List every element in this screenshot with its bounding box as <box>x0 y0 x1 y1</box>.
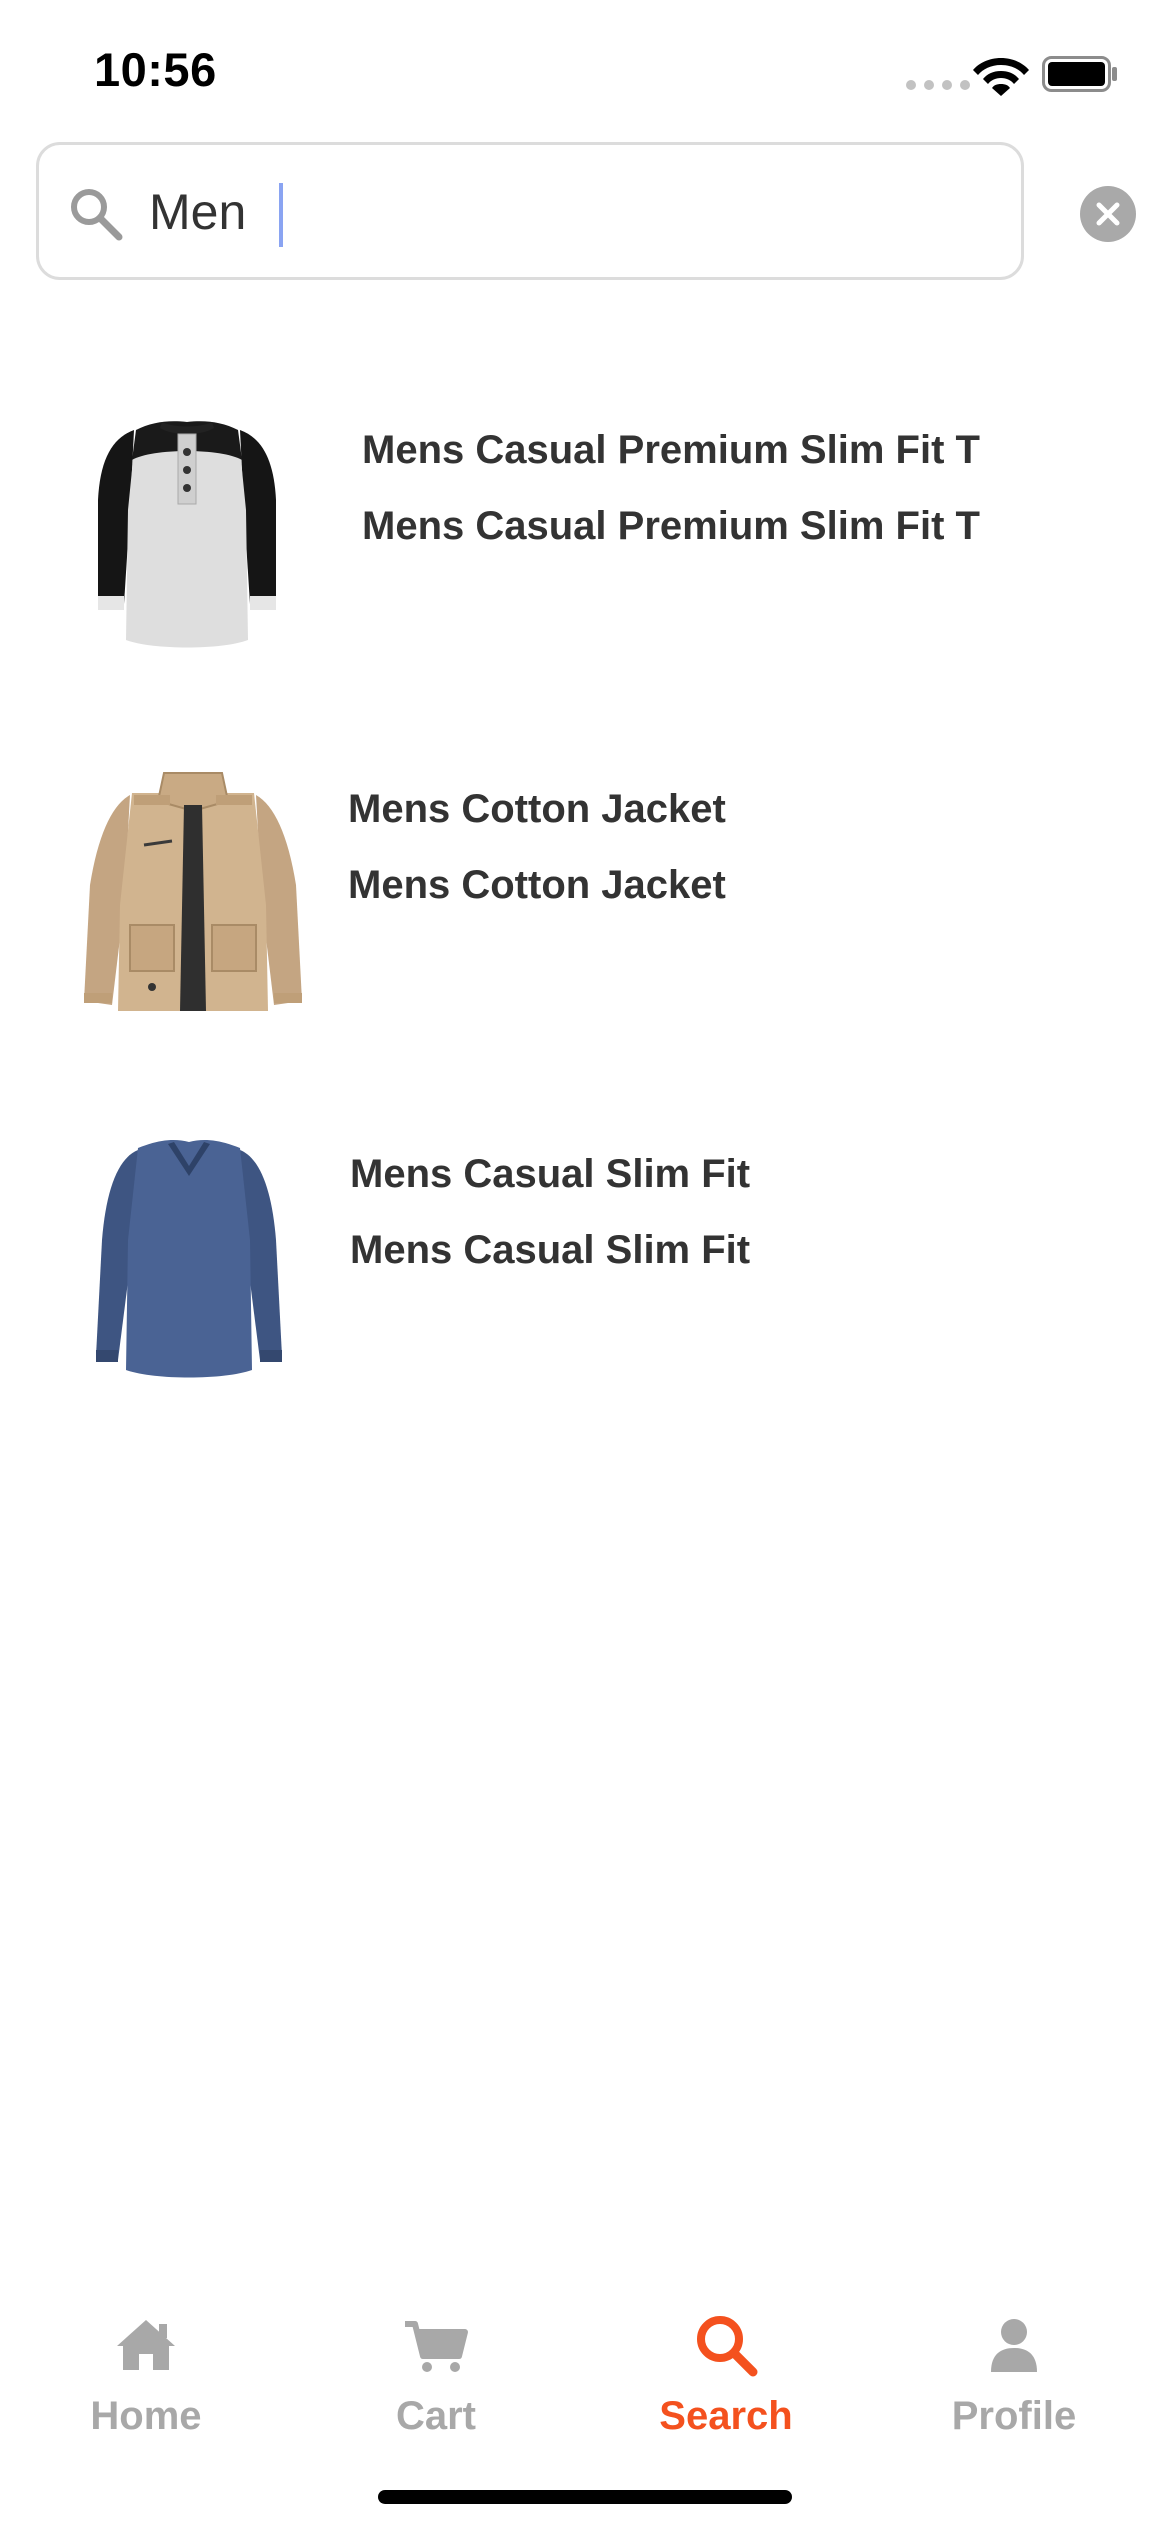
battery-icon <box>1042 56 1117 92</box>
tab-profile[interactable]: Profile <box>904 2310 1124 2460</box>
search-icon <box>71 189 123 241</box>
search-result-item[interactable]: Mens Casual Slim Fit Mens Casual Slim Fi… <box>0 1110 1170 1410</box>
status-bar: 10:56 <box>0 0 1170 140</box>
tab-home-label: Home <box>90 2394 202 2438</box>
cellular-signal-icon <box>906 80 970 90</box>
tab-cart[interactable]: Cart <box>326 2310 546 2460</box>
home-icon <box>117 2320 175 2370</box>
result-title: Mens Cotton Jacket <box>348 787 726 831</box>
cotton-jacket-image <box>84 772 302 1011</box>
result-subtitle: Mens Cotton Jacket <box>348 863 726 907</box>
tab-home[interactable]: Home <box>36 2310 256 2460</box>
tab-profile-label: Profile <box>951 2394 1077 2438</box>
longsleeve-shirt-image <box>96 1140 282 1378</box>
henley-tshirt-image <box>98 421 276 648</box>
wifi-icon <box>973 58 1029 96</box>
tab-cart-label: Cart <box>395 2394 477 2438</box>
search-bar[interactable] <box>36 142 1024 280</box>
clear-search-button[interactable] <box>1080 186 1136 242</box>
result-title: Mens Casual Slim Fit <box>350 1152 751 1196</box>
result-subtitle: Mens Casual Premium Slim Fit T <box>362 504 980 548</box>
tab-search[interactable]: Search <box>616 2310 836 2460</box>
close-icon <box>1096 202 1120 226</box>
tab-search-label: Search <box>659 2394 793 2438</box>
home-indicator[interactable] <box>378 2490 792 2504</box>
text-caret <box>279 183 283 247</box>
search-result-item[interactable]: Mens Casual Premium Slim Fit T Mens Casu… <box>0 380 1170 680</box>
result-subtitle: Mens Casual Slim Fit <box>350 1228 751 1272</box>
search-result-item[interactable]: Mens Cotton Jacket Mens Cotton Jacket <box>0 745 1170 1045</box>
status-time: 10:56 <box>94 43 217 96</box>
cart-icon <box>405 2321 468 2372</box>
search-input[interactable] <box>149 167 989 257</box>
result-title: Mens Casual Premium Slim Fit T <box>362 428 980 472</box>
search-icon <box>697 2316 758 2377</box>
profile-icon <box>991 2319 1037 2372</box>
